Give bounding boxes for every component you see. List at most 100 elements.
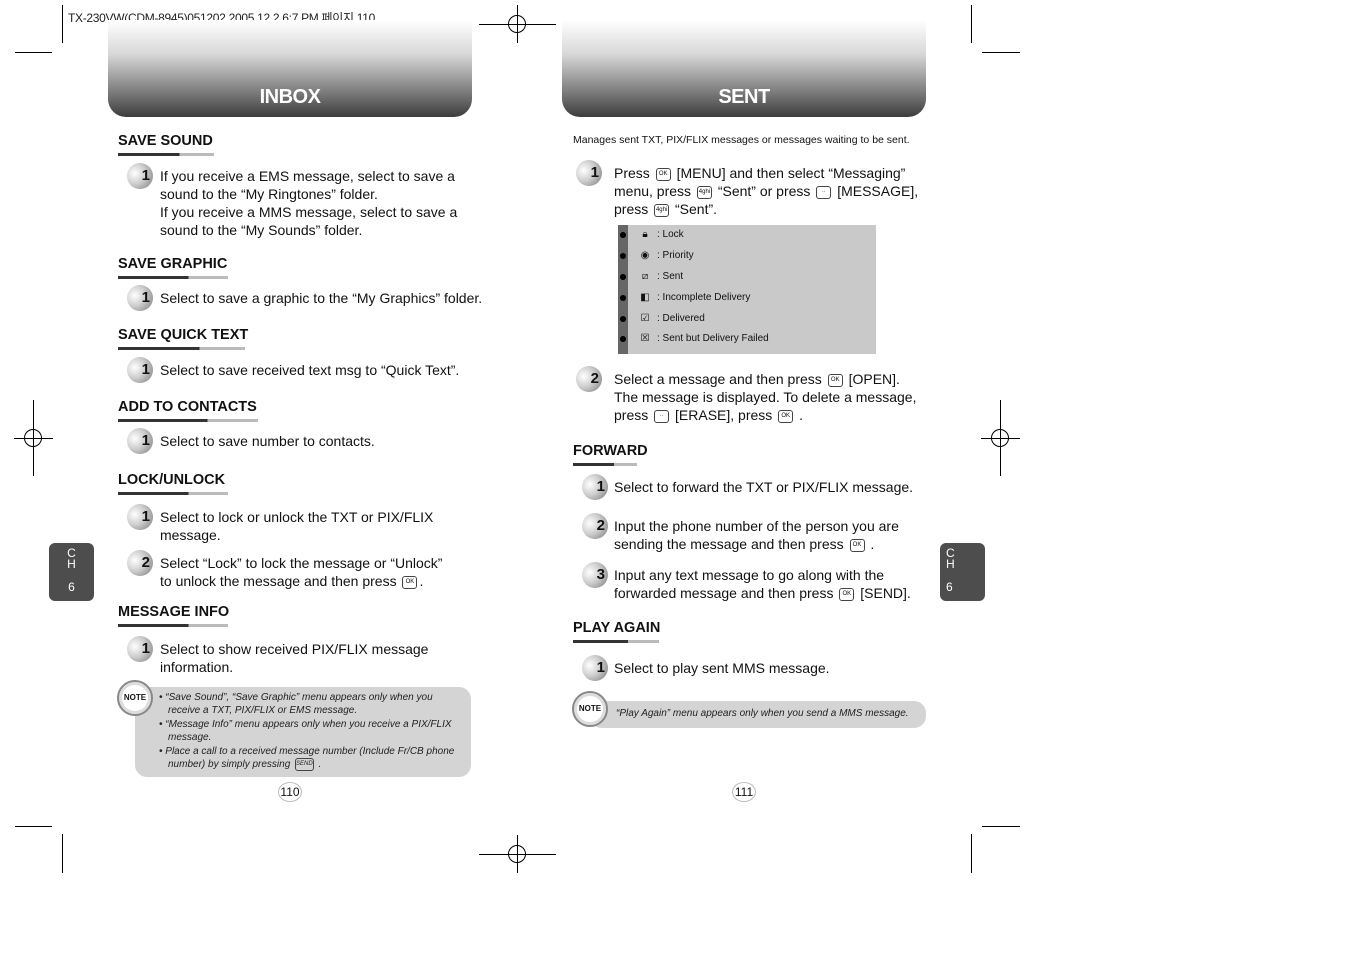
step-text: Input any text message to go along with …: [614, 567, 911, 601]
delivery-failed-icon: ☒: [640, 333, 650, 344]
step-line: Select to show received PIX/FLIX message: [160, 641, 429, 657]
note-icon: NOTE: [572, 691, 608, 727]
step-line: Select to lock or unlock the TXT or PIX/…: [160, 509, 434, 525]
step-line: Select to save received text msg to “Qui…: [160, 362, 460, 378]
section-title: SAVE GRAPHIC: [118, 256, 228, 279]
step-number: 1: [127, 163, 153, 189]
legend-row: ⧄: Sent: [618, 269, 876, 285]
step-number: 1: [127, 504, 153, 530]
section-title: LOCK/UNLOCK: [118, 472, 228, 495]
bullet: [620, 295, 626, 301]
note-box: • “Save Sound”, “Save Graphic” menu appe…: [135, 687, 471, 777]
step-line: sound to the “My Sounds” folder.: [160, 222, 363, 238]
step-number: 1: [576, 160, 602, 186]
chapter-tab: CH6: [940, 543, 985, 601]
step-number: 1: [127, 357, 153, 383]
bullet: [620, 274, 626, 280]
step-line: Select to save number to contacts.: [160, 433, 375, 449]
note-line: • “Message Info” menu appears only when …: [159, 718, 452, 730]
step-text: Select to forward the TXT or PIX/FLIX me…: [614, 479, 914, 495]
page-title: INBOX: [259, 86, 321, 108]
step-text: Select “Lock” to lock the message or “Un…: [160, 555, 443, 589]
crop-mark: [33, 400, 34, 476]
section-title: SAVE QUICK TEXT: [118, 327, 248, 350]
crop-mark: [971, 5, 972, 43]
step-text: Input the phone number of the person you…: [614, 518, 899, 552]
bullet: [620, 232, 626, 238]
step-line: If you receive a MMS message, select to …: [160, 204, 458, 220]
inbox-header: INBOX: [108, 20, 472, 117]
crop-mark: [517, 5, 518, 43]
legend-row: ☑: Delivered: [618, 311, 876, 327]
note-box: “Play Again” menu appears only when you …: [590, 701, 926, 728]
delivered-icon: ☑: [640, 313, 650, 324]
page-description: Manages sent TXT, PIX/FLIX messages or m…: [573, 134, 910, 146]
bullet: [620, 316, 626, 322]
priority-icon: ◉: [640, 250, 650, 261]
step-text: Press OK [MENU] and then select “Messagi…: [614, 165, 919, 217]
crop-mark: [517, 835, 518, 873]
step-line: information.: [160, 659, 234, 675]
legend-row: 🔒︎: Lock: [618, 227, 876, 243]
note-line: message.: [168, 732, 212, 744]
ok-key-icon: OK: [655, 167, 671, 181]
step-text: Select to play sent MMS message.: [614, 660, 830, 676]
note-line: .: [318, 759, 322, 771]
chapter-number: 6: [68, 580, 75, 594]
crop-mark: [15, 52, 52, 53]
four-key-icon: 4ghi: [696, 185, 712, 199]
ok-key-icon: OK: [402, 575, 418, 589]
crop-mark: [1000, 400, 1001, 476]
ok-key-icon: OK: [849, 538, 865, 552]
chapter-tab: CH6: [49, 543, 94, 601]
page-title: SENT: [718, 86, 770, 108]
step-number: 2: [127, 550, 153, 576]
legend-row: ◉: Priority: [618, 248, 876, 264]
step-text: Select to save a graphic to the “My Grap…: [160, 289, 482, 307]
icon-legend-table: 🔒︎: Lock ◉: Priority ⧄: Sent ◧: Incomple…: [618, 225, 876, 354]
step-text: Select to save number to contacts.: [160, 432, 375, 450]
crop-mark: [982, 826, 1020, 827]
step-line: If you receive a EMS message, select to …: [160, 168, 455, 184]
message-key-icon: ··: [654, 409, 670, 423]
note-icon: NOTE: [117, 680, 153, 716]
step-text: Select to show received PIX/FLIX message…: [160, 640, 428, 676]
lock-icon: 🔒︎: [642, 229, 648, 240]
step-line: message.: [160, 527, 221, 543]
crop-mark: [971, 834, 972, 873]
section-title: ADD TO CONTACTS: [118, 399, 258, 422]
crop-mark: [15, 826, 52, 827]
legend-row: ◧: Incomplete Delivery: [618, 290, 876, 306]
section-title: SAVE SOUND: [118, 133, 214, 156]
sent-header: SENT: [562, 20, 926, 117]
page-number: 111: [732, 782, 756, 802]
step-text: Select a message and then press OK [OPEN…: [614, 371, 917, 423]
step-number: 1: [127, 636, 153, 662]
step-text: If you receive a EMS message, select to …: [160, 167, 457, 239]
incomplete-delivery-icon: ◧: [640, 292, 650, 303]
step-number: 1: [127, 428, 153, 454]
four-key-icon: 4ghi: [654, 203, 670, 217]
crop-mark: [982, 52, 1020, 53]
page-number: 110: [278, 782, 302, 802]
send-key-icon: SEND: [295, 758, 314, 772]
section-title: MESSAGE INFO: [118, 604, 229, 627]
bullet: [620, 253, 626, 259]
message-key-icon: ··: [816, 185, 832, 199]
note-line: number) by simply pressing: [168, 759, 291, 771]
step-number: 2: [576, 366, 602, 392]
legend-row: ☒: Sent but Delivery Failed: [618, 331, 876, 347]
crop-mark: [62, 5, 63, 43]
ok-key-icon: OK: [778, 409, 794, 423]
crop-mark: [62, 834, 63, 873]
ok-key-icon: OK: [827, 373, 843, 387]
step-number: 1: [127, 285, 153, 311]
step-text: Select to lock or unlock the TXT or PIX/…: [160, 508, 433, 544]
step-line: sound to the “My Ringtones” folder.: [160, 186, 378, 202]
chapter-letter: H: [67, 557, 76, 571]
ok-key-icon: OK: [839, 587, 855, 601]
note-line: • “Save Sound”, “Save Graphic” menu appe…: [159, 692, 433, 703]
step-line: Select to save a graphic to the “My Grap…: [160, 290, 483, 306]
step-text: Select to save received text msg to “Qui…: [160, 361, 459, 379]
note-line: receive a TXT, PIX/FLIX or EMS message.: [168, 705, 358, 717]
